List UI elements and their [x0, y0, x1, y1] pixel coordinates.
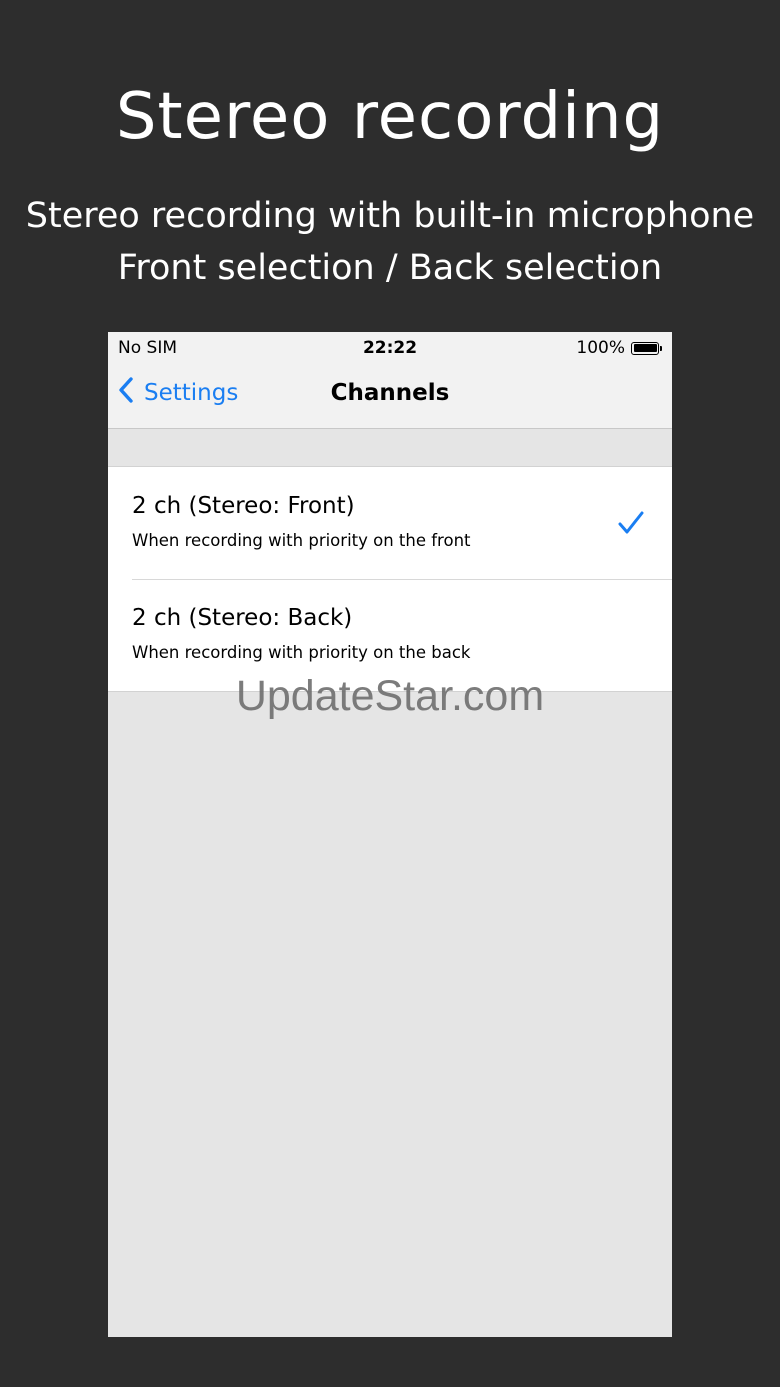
battery-status: 100% [576, 338, 662, 358]
checkmark-icon [618, 511, 644, 539]
nav-bar: Settings Channels [108, 372, 672, 418]
option-stereo-front[interactable]: 2 ch (Stereo: Front) When recording with… [108, 467, 672, 579]
option-stereo-back[interactable]: 2 ch (Stereo: Back) When recording with … [108, 579, 672, 691]
battery-percentage: 100% [576, 338, 625, 358]
status-bar: No SIM 22:22 100% [108, 332, 672, 362]
battery-tip [660, 345, 662, 351]
phone-screen: No SIM 22:22 100% Settings Channels 2 ch… [108, 332, 672, 1337]
option-title: 2 ch (Stereo: Front) [132, 493, 355, 519]
option-subtitle: When recording with priority on the back [132, 643, 471, 662]
option-title: 2 ch (Stereo: Back) [132, 605, 353, 631]
navigation-header: No SIM 22:22 100% Settings Channels [108, 332, 672, 429]
promo-title: Stereo recording [115, 80, 665, 154]
battery-fill [633, 344, 657, 352]
option-subtitle: When recording with priority on the fron… [132, 531, 471, 550]
promo-subtitle-line-2: Front selection / Back selection [117, 248, 663, 288]
promo-subtitle-line-1: Stereo recording with built-in microphon… [25, 196, 755, 236]
channel-options-list: 2 ch (Stereo: Front) When recording with… [108, 466, 672, 692]
nav-title: Channels [330, 380, 450, 406]
promo-subtitle: Stereo recording with built-in microphon… [0, 190, 780, 294]
battery-icon [631, 341, 659, 355]
